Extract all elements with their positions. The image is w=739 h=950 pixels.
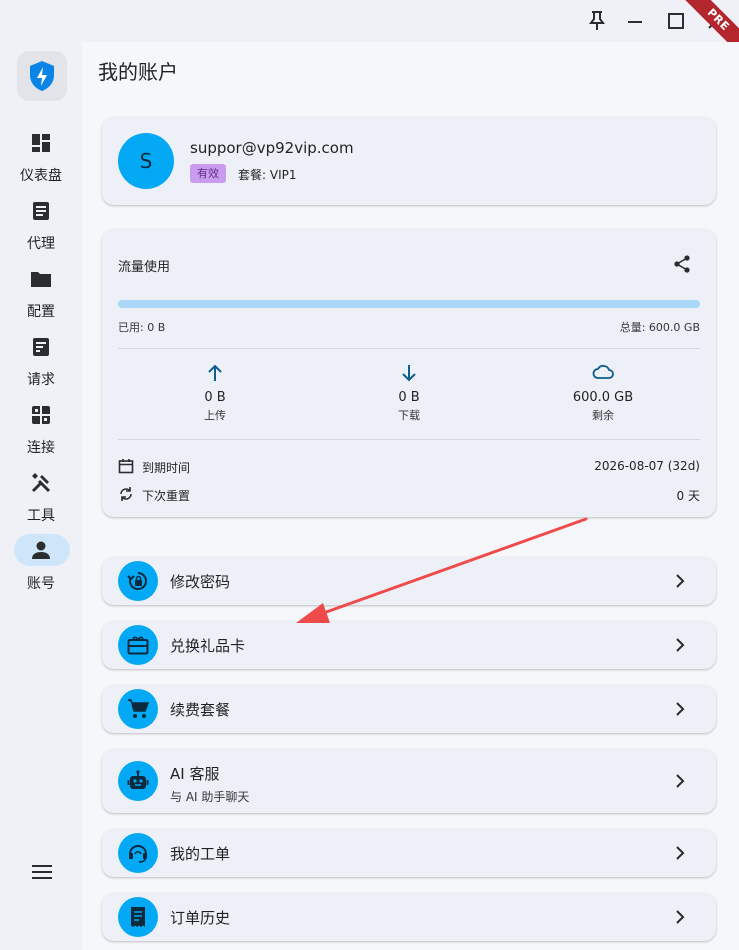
- menu-item-label: 订单历史: [170, 909, 231, 927]
- order-history-button[interactable]: 订单历史: [102, 893, 716, 941]
- lock-reset-icon: [118, 561, 158, 601]
- menu-item-label: AI 客服: [170, 765, 220, 783]
- sidebar-item-proxy[interactable]: 代理: [0, 192, 82, 260]
- sidebar-item-label: 连接: [27, 440, 55, 456]
- remaining-value: 600.0 GB: [572, 390, 634, 405]
- sidebar-item-tools[interactable]: 工具: [0, 464, 82, 532]
- reset-value: 0 天: [676, 489, 700, 503]
- remaining-label: 剩余: [592, 409, 614, 422]
- page-title: 我的账户: [98, 60, 178, 84]
- account-icon: [26, 535, 56, 565]
- chevron-right-icon: [674, 845, 686, 861]
- renew-plan-button[interactable]: 续费套餐: [102, 685, 716, 733]
- ai-support-button[interactable]: AI 客服 与 AI 助手聊天: [102, 749, 716, 813]
- dashboard-icon: [26, 128, 56, 158]
- sidebar-item-profiles[interactable]: 配置: [0, 260, 82, 328]
- traffic-progress-bar: [118, 300, 700, 308]
- avatar: S: [118, 133, 174, 189]
- sidebar-item-label: 仪表盘: [20, 168, 62, 184]
- receipt-icon: [118, 897, 158, 937]
- traffic-card: 流量使用 已用: 0 B 总量: 600.0 GB 0 B 上传 0 B 下载: [102, 229, 716, 517]
- support-agent-icon: [118, 833, 158, 873]
- plan-label: 套餐: VIP1: [238, 168, 297, 182]
- title-bar: PRE: [0, 0, 739, 57]
- used-label: 已用: 0 B: [118, 321, 166, 334]
- chevron-right-icon: [674, 637, 686, 653]
- tools-icon: [26, 468, 56, 498]
- sidebar-item-requests[interactable]: 请求: [0, 328, 82, 396]
- gift-card-icon: [118, 625, 158, 665]
- main-content: 我的账户 S suppor@vp92vip.com 有效 套餐: VIP1 流量…: [82, 42, 739, 950]
- minimize-icon[interactable]: [622, 8, 648, 34]
- download-value: 0 B: [398, 390, 420, 405]
- my-tickets-button[interactable]: 我的工单: [102, 829, 716, 877]
- sidebar-item-label: 账号: [27, 576, 55, 592]
- menu-item-label: 续费套餐: [170, 701, 231, 719]
- expiry-row: 到期时间 2026-08-07 (32d): [118, 457, 700, 477]
- upload-value: 0 B: [204, 390, 226, 405]
- hamburger-menu-icon[interactable]: [28, 860, 56, 884]
- traffic-title: 流量使用: [118, 260, 171, 275]
- robot-icon: [118, 761, 158, 801]
- menu-item-label: 我的工单: [170, 845, 231, 863]
- reset-row: 下次重置 0 天: [118, 485, 700, 505]
- arrow-up-icon: [155, 364, 275, 386]
- download-stat: 0 B 下载: [349, 364, 469, 423]
- chevron-right-icon: [674, 909, 686, 925]
- remaining-stat: 600.0 GB 剩余: [543, 364, 663, 423]
- pin-icon[interactable]: [584, 8, 610, 34]
- calendar-icon: [118, 458, 134, 474]
- share-icon[interactable]: [672, 254, 692, 274]
- cart-icon: [118, 689, 158, 729]
- account-card: S suppor@vp92vip.com 有效 套餐: VIP1: [102, 117, 716, 205]
- expiry-value: 2026-08-07 (32d): [594, 459, 700, 473]
- redeem-gift-card-button[interactable]: 兑换礼品卡: [102, 621, 716, 669]
- sidebar-item-label: 代理: [27, 236, 55, 252]
- menu-item-sublabel: 与 AI 助手聊天: [170, 790, 250, 804]
- upload-stat: 0 B 上传: [155, 364, 275, 423]
- upload-label: 上传: [204, 409, 226, 422]
- connections-icon: [26, 400, 56, 430]
- sidebar-item-label: 工具: [27, 508, 55, 524]
- refresh-icon: [118, 486, 134, 502]
- menu-item-label: 兑换礼品卡: [170, 637, 246, 655]
- sidebar-item-label: 请求: [27, 372, 55, 388]
- app-logo: [17, 51, 67, 101]
- sidebar-item-account[interactable]: 账号: [0, 532, 82, 600]
- reset-label: 下次重置: [142, 489, 191, 503]
- cloud-icon: [543, 364, 663, 386]
- chevron-right-icon: [674, 773, 686, 789]
- chevron-right-icon: [674, 573, 686, 589]
- divider: [118, 348, 700, 349]
- sidebar-item-connections[interactable]: 连接: [0, 396, 82, 464]
- proxy-list-icon: [26, 196, 56, 226]
- total-label: 总量: 600.0 GB: [619, 321, 700, 334]
- sidebar: 仪表盘 代理 配置 请求 连接 工具 账号: [0, 42, 82, 950]
- sidebar-item-label: 配置: [27, 304, 55, 320]
- shield-bolt-icon: [30, 61, 54, 91]
- menu-item-label: 修改密码: [170, 573, 231, 591]
- requests-icon: [26, 332, 56, 362]
- account-email: suppor@vp92vip.com: [190, 139, 354, 157]
- expiry-label: 到期时间: [142, 461, 191, 475]
- folder-icon: [26, 264, 56, 294]
- status-badge: 有效: [190, 164, 226, 183]
- chevron-right-icon: [674, 701, 686, 717]
- sidebar-item-dashboard[interactable]: 仪表盘: [0, 124, 82, 192]
- change-password-button[interactable]: 修改密码: [102, 557, 716, 605]
- download-label: 下载: [398, 409, 420, 422]
- divider: [118, 439, 700, 440]
- arrow-down-icon: [349, 364, 469, 386]
